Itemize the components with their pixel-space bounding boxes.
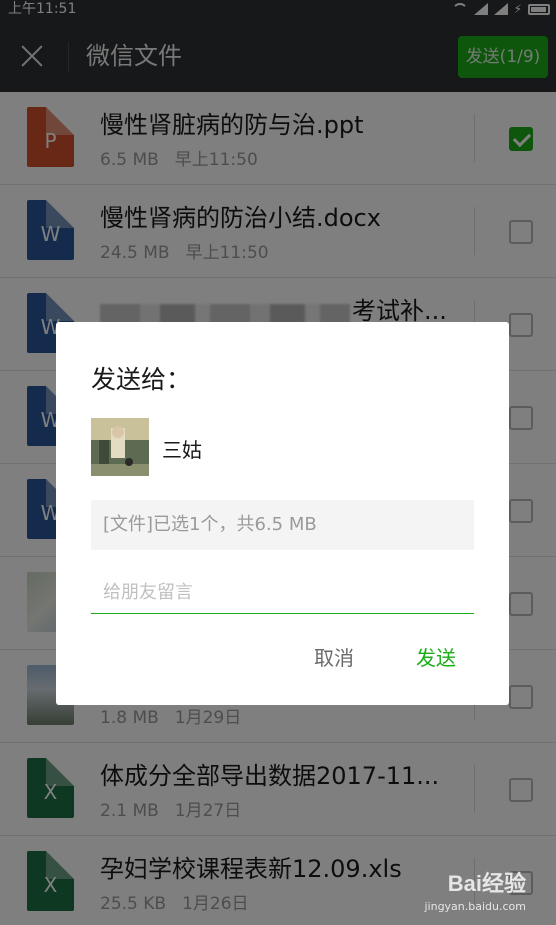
avatar — [91, 418, 149, 476]
send-button[interactable]: 发送 — [416, 642, 456, 671]
watermark: Bai经验 jingyan.baidu.com — [424, 866, 526, 913]
watermark-logo: Bai经验 — [447, 871, 526, 896]
cancel-button[interactable]: 取消 — [314, 642, 354, 671]
send-dialog: 发送给： 三姑 [文件]已选1个，共6.5 MB 取消 发送 — [56, 322, 509, 705]
dialog-title: 发送给： — [91, 365, 192, 394]
recipient-name: 三姑 — [162, 438, 202, 462]
message-input[interactable] — [91, 572, 474, 614]
watermark-url: jingyan.baidu.com — [424, 900, 526, 913]
file-summary: [文件]已选1个，共6.5 MB — [91, 500, 474, 550]
